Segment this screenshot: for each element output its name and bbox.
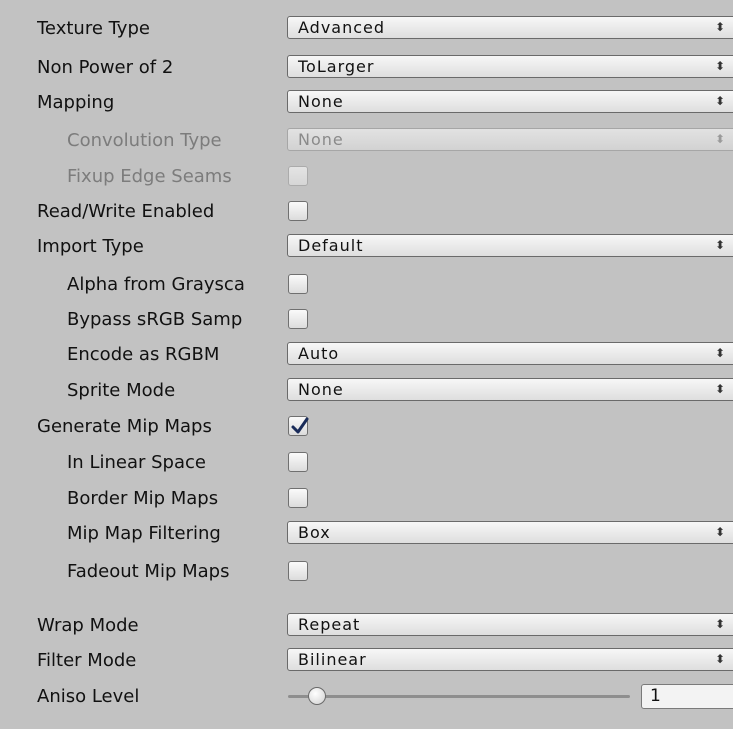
updown-arrow-icon: ⬍ — [715, 525, 726, 539]
generate-mip-maps-label: Generate Mip Maps — [37, 416, 212, 437]
updown-arrow-icon: ⬍ — [715, 238, 726, 252]
row-import-type: Import Type Default ⬍ — [0, 230, 733, 264]
updown-arrow-icon: ⬍ — [715, 617, 726, 631]
non-power-of-2-label: Non Power of 2 — [37, 57, 174, 78]
texture-type-dropdown[interactable]: Advanced ⬍ — [287, 16, 733, 39]
fadeout-mip-maps-label: Fadeout Mip Maps — [67, 561, 230, 582]
border-mip-maps-checkbox[interactable] — [288, 488, 308, 508]
import-type-dropdown[interactable]: Default ⬍ — [287, 234, 733, 257]
filter-mode-label: Filter Mode — [37, 650, 137, 671]
encode-as-rgbm-value: Auto — [298, 344, 340, 363]
updown-arrow-icon: ⬍ — [715, 382, 726, 396]
non-power-of-2-dropdown[interactable]: ToLarger ⬍ — [287, 55, 733, 78]
row-fixup-edge-seams: Fixup Edge Seams — [0, 160, 733, 194]
texture-type-value: Advanced — [298, 18, 386, 37]
row-aniso-level: Aniso Level 1 — [0, 680, 733, 714]
aniso-level-slider-track[interactable] — [288, 695, 630, 698]
row-read-write-enabled: Read/Write Enabled — [0, 195, 733, 229]
in-linear-space-label: In Linear Space — [67, 452, 206, 473]
updown-arrow-icon: ⬍ — [715, 94, 726, 108]
row-in-linear-space: In Linear Space — [0, 446, 733, 480]
convolution-type-dropdown: None ⬍ — [287, 128, 733, 151]
mip-map-filtering-value: Box — [298, 523, 331, 542]
alpha-from-grayscale-label: Alpha from Graysca — [67, 274, 245, 295]
wrap-mode-label: Wrap Mode — [37, 615, 139, 636]
fixup-edge-seams-checkbox — [288, 166, 308, 186]
mip-map-filtering-label: Mip Map Filtering — [67, 523, 221, 544]
bypass-srgb-label: Bypass sRGB Samp — [67, 309, 243, 330]
import-type-value: Default — [298, 236, 364, 255]
sprite-mode-label: Sprite Mode — [67, 380, 176, 401]
row-border-mip-maps: Border Mip Maps — [0, 482, 733, 516]
row-mip-map-filtering: Mip Map Filtering Box ⬍ — [0, 517, 733, 551]
row-alpha-from-grayscale: Alpha from Graysca — [0, 268, 733, 302]
generate-mip-maps-checkbox[interactable] — [288, 416, 309, 436]
alpha-from-grayscale-checkbox[interactable] — [288, 274, 308, 294]
fadeout-mip-maps-checkbox[interactable] — [288, 561, 308, 581]
updown-arrow-icon: ⬍ — [715, 346, 726, 360]
aniso-level-slider-thumb[interactable] — [308, 687, 326, 705]
filter-mode-value: Bilinear — [298, 650, 367, 669]
row-mapping: Mapping None ⬍ — [0, 86, 733, 120]
non-power-of-2-value: ToLarger — [298, 57, 375, 76]
mapping-label: Mapping — [37, 92, 115, 113]
aniso-level-label: Aniso Level — [37, 686, 140, 707]
convolution-type-value: None — [298, 130, 344, 149]
read-write-enabled-checkbox[interactable] — [288, 201, 308, 221]
updown-arrow-icon: ⬍ — [715, 132, 726, 146]
bypass-srgb-checkbox[interactable] — [288, 309, 308, 329]
row-filter-mode: Filter Mode Bilinear ⬍ — [0, 644, 733, 678]
row-texture-type: Texture Type Advanced ⬍ — [0, 12, 733, 46]
texture-type-label: Texture Type — [37, 18, 150, 39]
row-wrap-mode: Wrap Mode Repeat ⬍ — [0, 609, 733, 643]
row-non-power-of-2: Non Power of 2 ToLarger ⬍ — [0, 51, 733, 85]
row-bypass-srgb: Bypass sRGB Samp — [0, 303, 733, 337]
texture-import-inspector: Texture Type Advanced ⬍ Non Power of 2 T… — [0, 0, 733, 729]
updown-arrow-icon: ⬍ — [715, 59, 726, 73]
row-sprite-mode: Sprite Mode None ⬍ — [0, 374, 733, 408]
import-type-label: Import Type — [37, 236, 144, 257]
filter-mode-dropdown[interactable]: Bilinear ⬍ — [287, 648, 733, 671]
in-linear-space-checkbox[interactable] — [288, 452, 308, 472]
row-generate-mip-maps: Generate Mip Maps — [0, 410, 733, 444]
read-write-enabled-label: Read/Write Enabled — [37, 201, 215, 222]
fixup-edge-seams-label: Fixup Edge Seams — [67, 166, 232, 187]
mapping-value: None — [298, 92, 344, 111]
mip-map-filtering-dropdown[interactable]: Box ⬍ — [287, 521, 733, 544]
row-fadeout-mip-maps: Fadeout Mip Maps — [0, 555, 733, 589]
updown-arrow-icon: ⬍ — [715, 652, 726, 666]
updown-arrow-icon: ⬍ — [715, 20, 726, 34]
convolution-type-label: Convolution Type — [67, 130, 222, 151]
border-mip-maps-label: Border Mip Maps — [67, 488, 219, 509]
encode-as-rgbm-dropdown[interactable]: Auto ⬍ — [287, 342, 733, 365]
sprite-mode-value: None — [298, 380, 344, 399]
wrap-mode-dropdown[interactable]: Repeat ⬍ — [287, 613, 733, 636]
mapping-dropdown[interactable]: None ⬍ — [287, 90, 733, 113]
row-convolution-type: Convolution Type None ⬍ — [0, 124, 733, 158]
sprite-mode-dropdown[interactable]: None ⬍ — [287, 378, 733, 401]
encode-as-rgbm-label: Encode as RGBM — [67, 344, 220, 365]
aniso-level-input[interactable]: 1 — [641, 684, 733, 709]
checkmark-icon — [291, 417, 309, 434]
row-encode-as-rgbm: Encode as RGBM Auto ⬍ — [0, 338, 733, 372]
wrap-mode-value: Repeat — [298, 615, 361, 634]
